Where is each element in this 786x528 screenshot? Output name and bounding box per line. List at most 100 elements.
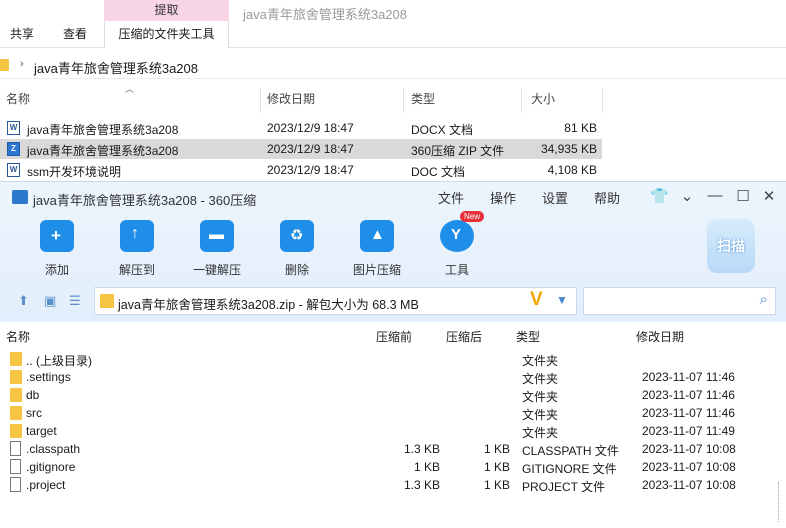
- row-name: .settings: [26, 370, 71, 384]
- file-icon: [10, 477, 21, 492]
- file-type: DOCX 文档: [411, 123, 474, 137]
- row-type: PROJECT 文件: [522, 480, 606, 494]
- tool-one-click-extract[interactable]: ▬ 一键解压: [187, 220, 247, 278]
- list-view-icon[interactable]: ☰: [69, 293, 81, 309]
- row-name: target: [26, 424, 57, 438]
- tool-extract-to[interactable]: ↑ 解压到: [107, 220, 167, 278]
- scan-button[interactable]: 扫描: [707, 219, 755, 273]
- file-size: 4,108 KB: [547, 163, 597, 177]
- file-icon: [10, 441, 21, 456]
- file-name: java青年旅舍管理系统3a208: [27, 123, 179, 137]
- file-icon: [10, 459, 21, 474]
- scrollbar[interactable]: [778, 482, 779, 522]
- zip-list-row[interactable]: .gitignore 1 KB 1 KB GITIGNORE 文件 2023-11-07…: [0, 458, 786, 476]
- zip-path-box[interactable]: java青年旅舍管理系统3a208.zip - 解包大小为 68.3 MB V …: [94, 287, 577, 315]
- virus-scan-v-icon[interactable]: V: [530, 289, 543, 311]
- tab-share[interactable]: 共享: [4, 21, 40, 48]
- row-date: 2023-11-07 10:08: [642, 442, 736, 456]
- list-col-date[interactable]: 修改日期: [636, 328, 684, 345]
- file-row-selected[interactable]: Z java青年旅舍管理系统3a208 2023/12/9 18:47 360压…: [0, 139, 602, 159]
- one-click-extract-icon: ▬: [200, 220, 234, 252]
- menu-settings[interactable]: 设置: [542, 188, 568, 207]
- row-date: 2023-11-07 11:49: [642, 424, 735, 438]
- tool-delete[interactable]: ♻ 删除: [267, 220, 327, 278]
- zip-list-row[interactable]: .project 1.3 KB 1 KB PROJECT 文件 2023-11-07 1…: [0, 476, 786, 494]
- search-input[interactable]: ⌕: [583, 287, 776, 315]
- folder-icon: [0, 59, 9, 71]
- chevron-right-icon[interactable]: ›: [20, 58, 24, 70]
- row-type: CLASSPATH 文件: [522, 444, 619, 458]
- row-name: .project: [26, 478, 66, 492]
- zip-file-icon: [100, 294, 114, 308]
- col-header-size[interactable]: 大小: [531, 88, 603, 113]
- list-col-before[interactable]: 压缩前: [376, 328, 412, 345]
- ribbon-context-header[interactable]: 提取: [104, 0, 229, 21]
- file-type: 360压缩 ZIP 文件: [411, 144, 505, 158]
- tool-add[interactable]: + 添加: [27, 220, 87, 278]
- row-name: .classpath: [26, 442, 81, 456]
- row-date: 2023-11-07 11:46: [642, 388, 735, 402]
- skin-icon[interactable]: 👕: [650, 187, 669, 205]
- maximize-icon[interactable]: ☐: [734, 187, 752, 205]
- col-header-name[interactable]: 名称: [6, 88, 261, 113]
- file-row[interactable]: W ssm开发环境说明 2023/12/9 18:47 DOC 文档 4,108…: [0, 160, 602, 180]
- zip-archive-icon: Z: [7, 142, 20, 156]
- zip-list-row[interactable]: db 文件夹 2023-11-07 11:46: [0, 386, 786, 404]
- zip-window: java青年旅舍管理系统3a208 - 360压缩 文件 操作 设置 帮助 👕 …: [0, 181, 786, 528]
- close-icon[interactable]: ✕: [760, 187, 778, 205]
- file-row[interactable]: W java青年旅舍管理系统3a208 2023/12/9 18:47 DOCX…: [0, 118, 602, 138]
- zip-list-row[interactable]: .classpath 1.3 KB 1 KB CLASSPATH 文件 2023-11-…: [0, 440, 786, 458]
- tools-icon: Y: [440, 220, 474, 252]
- file-name: ssm开发环境说明: [27, 165, 121, 179]
- row-date: 2023-11-07 11:46: [642, 406, 735, 420]
- zip-list-row[interactable]: target 文件夹 2023-11-07 11:49: [0, 422, 786, 440]
- delete-recycle-icon: ♻: [280, 220, 314, 252]
- search-icon[interactable]: ⌕: [760, 291, 768, 308]
- row-name: src: [26, 406, 42, 420]
- row-name: .. (上级目录): [26, 354, 92, 368]
- folder-icon: [10, 370, 22, 384]
- path-dropdown-icon[interactable]: ▼: [556, 293, 568, 307]
- add-icon: +: [40, 220, 74, 252]
- row-size-after: 1 KB: [483, 478, 510, 492]
- file-type: DOC 文档: [411, 165, 466, 179]
- zip-window-title: java青年旅舍管理系统3a208 - 360压缩: [33, 193, 257, 208]
- list-col-type[interactable]: 类型: [516, 328, 540, 345]
- menu-operate[interactable]: 操作: [490, 188, 516, 207]
- col-header-modified[interactable]: 修改日期: [267, 88, 404, 113]
- dropdown-menu-icon[interactable]: ⌄: [678, 187, 696, 205]
- row-date: 2023-11-07 10:08: [642, 460, 736, 474]
- address-bar[interactable]: › java青年旅舍管理系统3a208: [0, 53, 786, 79]
- row-size-after: 1 KB: [483, 442, 510, 456]
- thumbnail-view-icon[interactable]: ▣: [44, 293, 56, 309]
- extract-to-icon: ↑: [120, 220, 154, 252]
- menu-help[interactable]: 帮助: [594, 188, 620, 207]
- file-size: 81 KB: [564, 121, 597, 135]
- word-doc-icon: W: [7, 163, 20, 177]
- tool-tools[interactable]: Y 工具: [427, 220, 487, 278]
- tab-view[interactable]: 查看: [57, 21, 93, 48]
- row-name: db: [26, 388, 40, 402]
- tool-image-compress[interactable]: ▲ 图片压缩: [347, 220, 407, 278]
- row-size-before: 1.3 KB: [403, 478, 440, 492]
- col-header-type[interactable]: 类型: [411, 88, 522, 113]
- zip-list-row[interactable]: .settings 文件夹 2023-11-07 11:46: [0, 368, 786, 386]
- zip-header: java青年旅舍管理系统3a208 - 360压缩 文件 操作 设置 帮助 👕 …: [0, 182, 786, 322]
- minimize-icon[interactable]: —: [706, 187, 724, 204]
- row-size-after: 1 KB: [483, 460, 510, 474]
- tab-compressed-folder-tools[interactable]: 压缩的文件夹工具: [104, 21, 229, 48]
- zip-list-row[interactable]: src 文件夹 2023-11-07 11:46: [0, 404, 786, 422]
- list-col-after[interactable]: 压缩后: [446, 328, 482, 345]
- word-doc-icon: W: [7, 121, 20, 135]
- image-compress-icon: ▲: [360, 220, 394, 252]
- row-size-before: 1 KB: [413, 460, 440, 474]
- row-type: 文件夹: [522, 372, 559, 386]
- up-directory-icon[interactable]: ⬆: [18, 293, 29, 309]
- list-col-name[interactable]: 名称: [6, 328, 30, 345]
- folder-icon: [10, 424, 22, 438]
- file-name: java青年旅舍管理系统3a208: [27, 144, 179, 158]
- menu-file[interactable]: 文件: [438, 188, 464, 207]
- file-date: 2023/12/9 18:47: [267, 163, 354, 177]
- zip-list-row[interactable]: .. (上级目录) 文件夹: [0, 350, 786, 368]
- file-date: 2023/12/9 18:47: [267, 142, 354, 156]
